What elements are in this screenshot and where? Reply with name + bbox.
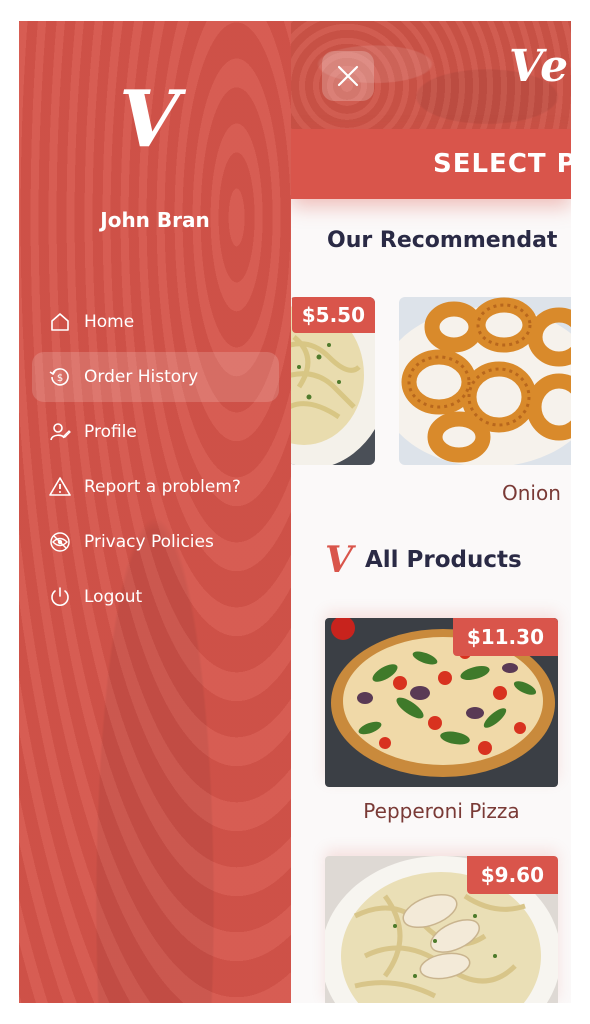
privacy-eye-icon	[47, 529, 73, 555]
menu-item-order-history[interactable]: $ Order History	[32, 352, 279, 402]
recommendation-card[interactable]: $5.50	[291, 297, 375, 465]
profile-icon	[47, 419, 73, 445]
drawer-menu: Home $ Order History Profile Report a pr…	[32, 297, 279, 627]
select-product-banner: SELECT PR	[291, 129, 571, 199]
close-drawer-button[interactable]	[322, 51, 374, 101]
menu-item-privacy-policies[interactable]: Privacy Policies	[32, 517, 279, 567]
order-history-icon: $	[47, 364, 73, 390]
menu-item-profile[interactable]: Profile	[32, 407, 279, 457]
warning-icon	[47, 474, 73, 500]
price-tag: $5.50	[291, 297, 375, 333]
power-icon	[47, 584, 73, 610]
all-products-header: V All Products	[325, 539, 522, 581]
svg-text:$: $	[57, 373, 63, 384]
product-card[interactable]: $9.60	[325, 856, 558, 1003]
menu-item-logout[interactable]: Logout	[32, 572, 279, 622]
app-screen: Ver SELECT PR Our Recommendat $5.50	[19, 21, 571, 1003]
menu-item-label: Privacy Policies	[84, 532, 214, 552]
menu-item-report-problem[interactable]: Report a problem?	[32, 462, 279, 512]
main-header: Ver	[291, 21, 571, 129]
menu-item-label: Report a problem?	[84, 477, 241, 497]
drawer-logo: V	[119, 74, 180, 165]
price-tag: $11.30	[452, 618, 558, 656]
main-content: Ver SELECT PR Our Recommendat $5.50	[291, 21, 571, 1003]
menu-item-label: Logout	[84, 587, 143, 607]
price-tag: $9.60	[466, 856, 558, 894]
home-icon	[47, 309, 73, 335]
menu-item-label: Home	[84, 312, 135, 332]
menu-item-label: Profile	[84, 422, 137, 442]
recommendation-card[interactable]	[399, 297, 571, 465]
close-icon	[337, 65, 359, 87]
recommendations-title: Our Recommendat	[327, 228, 558, 253]
product-name: Pepperoni Pizza	[363, 799, 520, 823]
user-name: John Bran	[100, 208, 210, 232]
onion-rings-image	[399, 297, 571, 465]
product-name: Onion	[502, 481, 561, 505]
select-product-title: SELECT PR	[433, 149, 571, 179]
product-card[interactable]: $11.30	[325, 618, 558, 787]
menu-item-home[interactable]: Home	[32, 297, 279, 347]
brand-logo: Ver	[509, 41, 571, 92]
side-drawer: V John Bran Home $ Order History Profile…	[19, 21, 291, 1003]
brand-mark-icon: V	[325, 539, 353, 581]
menu-item-label: Order History	[84, 367, 199, 387]
all-products-title: All Products	[364, 547, 522, 573]
